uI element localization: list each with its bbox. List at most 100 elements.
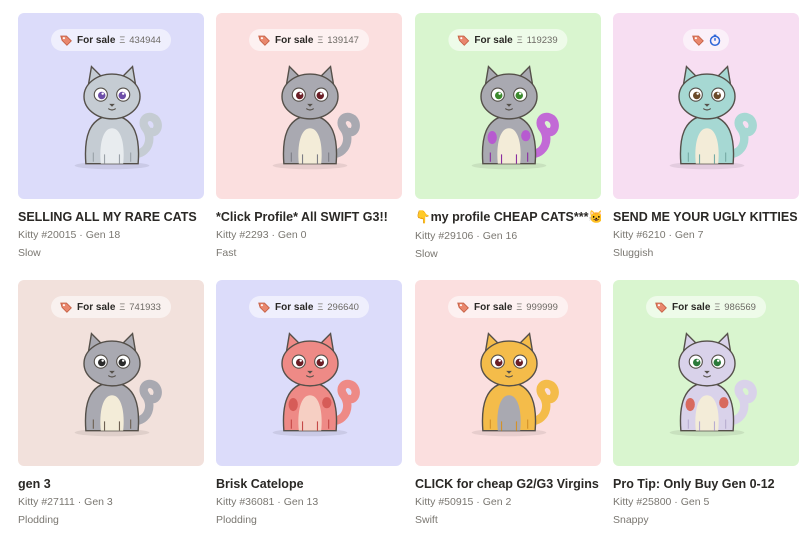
price-value: 119239: [526, 34, 558, 46]
kitty-id: Kitty #50915: [415, 496, 474, 508]
kitty-name[interactable]: gen 3: [18, 477, 204, 491]
price-value: 741933: [129, 301, 161, 313]
kitty-id-gen: Kitty #36081 · Gen 13: [216, 496, 319, 508]
kitty-gen: Gen 2: [482, 496, 512, 508]
kitty-gen: Gen 7: [674, 229, 704, 241]
kitty-card[interactable]: SEND ME YOUR UGLY KITTIES Kitty #6210 · …: [613, 13, 799, 259]
eth-symbol: Ξ: [119, 35, 126, 45]
eth-symbol: Ξ: [119, 302, 126, 312]
kitty-gen: Gen 3: [84, 496, 113, 508]
price-tag-icon: [258, 35, 270, 46]
kitty-card[interactable]: For sale Ξ 296640 Brisk Catelope Kitty #…: [216, 280, 402, 526]
for-sale-label: For sale: [474, 301, 513, 313]
for-sale-label: For sale: [474, 34, 513, 46]
kitty-speed: Plodding: [18, 514, 59, 526]
clock-icon: [709, 34, 721, 46]
price-tag-icon: [692, 35, 704, 46]
price-tag-icon: [258, 302, 270, 313]
cat-illustration: [471, 65, 559, 170]
kitty-id: Kitty #29106: [415, 230, 474, 242]
for-sale-label: For sale: [77, 34, 116, 46]
kitty-card[interactable]: For sale Ξ 741933 gen 3 Kitty #27111 · G…: [18, 280, 204, 526]
kitty-id: Kitty #36081: [216, 496, 275, 508]
price-value: 139147: [327, 34, 359, 46]
price-tag-icon: [60, 302, 72, 313]
kitty-id-gen: Kitty #2293 · Gen 0: [216, 229, 307, 241]
for-sale-badge: For sale Ξ 986569: [646, 296, 766, 318]
kitty-name[interactable]: CLICK for cheap G2/G3 Virgins: [415, 477, 601, 491]
price-tag-icon: [60, 35, 72, 46]
price-value: 999999: [526, 301, 558, 313]
for-sale-label: For sale: [275, 34, 314, 46]
kitty-image[interactable]: For sale Ξ 139147: [216, 13, 402, 199]
kitty-name[interactable]: 👇my profile CHEAP CATS***😺😺: [415, 210, 601, 225]
kitty-id: Kitty #25800: [613, 496, 672, 508]
kitty-name[interactable]: Brisk Catelope: [216, 477, 402, 491]
price-tag-icon: [457, 35, 470, 46]
for-sale-label: For sale: [275, 301, 314, 313]
eth-symbol: Ξ: [516, 35, 523, 45]
eth-symbol: Ξ: [714, 302, 721, 312]
price-value: 986569: [724, 301, 756, 313]
cat-illustration: [669, 332, 757, 437]
kitty-gen: Gen 18: [85, 229, 121, 241]
kitty-id: Kitty #2293: [216, 229, 269, 241]
kitty-card[interactable]: For sale Ξ 999999 CLICK for cheap G2/G3 …: [415, 280, 601, 526]
kitty-name[interactable]: Pro Tip: Only Buy Gen 0-12: [613, 477, 799, 491]
kitty-speed: Sluggish: [613, 247, 654, 259]
for-sale-badge: For sale Ξ 741933: [51, 296, 171, 318]
kitty-id-gen: Kitty #50915 · Gen 2: [415, 496, 512, 508]
status-badge: [683, 29, 729, 51]
eth-symbol: Ξ: [516, 302, 523, 312]
price-value: 296640: [327, 301, 359, 313]
kitty-image[interactable]: For sale Ξ 119239: [415, 13, 601, 199]
kitty-grid: For sale Ξ 434944 SELLING ALL MY RARE CA…: [0, 0, 810, 535]
cat-illustration: [272, 332, 360, 437]
kitty-id-gen: Kitty #27111 · Gen 3: [18, 496, 113, 508]
price-value: 434944: [129, 34, 161, 46]
kitty-speed: Swift: [415, 514, 438, 526]
cat-illustration: [74, 65, 162, 170]
kitty-gen: Gen 0: [277, 229, 307, 241]
kitty-id-gen: Kitty #20015 · Gen 18: [18, 229, 121, 241]
kitty-speed: Slow: [18, 247, 41, 259]
kitty-speed: Slow: [415, 248, 438, 260]
kitty-image[interactable]: [613, 13, 799, 199]
kitty-speed: Plodding: [216, 514, 257, 526]
kitty-speed: Snappy: [613, 514, 649, 526]
kitty-image[interactable]: For sale Ξ 999999: [415, 280, 601, 466]
kitty-gen: Gen 5: [680, 496, 710, 508]
for-sale-label: For sale: [77, 301, 116, 313]
kitty-speed: Fast: [216, 247, 237, 259]
for-sale-badge: For sale Ξ 999999: [448, 296, 568, 318]
kitty-card[interactable]: For sale Ξ 139147 *Click Profile* All SW…: [216, 13, 402, 259]
kitty-image[interactable]: For sale Ξ 741933: [18, 280, 204, 466]
for-sale-label: For sale: [672, 301, 711, 313]
eth-symbol: Ξ: [317, 35, 324, 45]
kitty-id: Kitty #20015: [18, 229, 77, 241]
kitty-gen: Gen 16: [482, 230, 518, 242]
kitty-id-gen: Kitty #6210 · Gen 7: [613, 229, 704, 241]
for-sale-badge: For sale Ξ 296640: [249, 296, 369, 318]
cat-illustration: [669, 65, 757, 170]
kitty-id-gen: Kitty #25800 · Gen 5: [613, 496, 710, 508]
for-sale-badge: For sale Ξ 139147: [249, 29, 369, 51]
kitty-image[interactable]: For sale Ξ 296640: [216, 280, 402, 466]
kitty-id-gen: Kitty #29106 · Gen 16: [415, 230, 518, 242]
kitty-card[interactable]: For sale Ξ 119239 👇my profile CHEAP CATS…: [415, 13, 601, 260]
cat-illustration: [74, 332, 162, 437]
price-tag-icon: [457, 302, 469, 313]
cat-illustration: [471, 332, 559, 437]
kitty-image[interactable]: For sale Ξ 434944: [18, 13, 204, 199]
kitty-card[interactable]: For sale Ξ 434944 SELLING ALL MY RARE CA…: [18, 13, 204, 259]
kitty-card[interactable]: For sale Ξ 986569 Pro Tip: Only Buy Gen …: [613, 280, 799, 526]
kitty-name[interactable]: *Click Profile* All SWIFT G3!!: [216, 210, 402, 224]
kitty-image[interactable]: For sale Ξ 986569: [613, 280, 799, 466]
for-sale-badge: For sale Ξ 434944: [51, 29, 171, 51]
kitty-id: Kitty #27111: [18, 496, 75, 508]
kitty-name[interactable]: SEND ME YOUR UGLY KITTIES: [613, 210, 799, 224]
kitty-gen: Gen 13: [283, 496, 319, 508]
kitty-id: Kitty #6210: [613, 229, 666, 241]
kitty-name[interactable]: SELLING ALL MY RARE CATS: [18, 210, 204, 224]
eth-symbol: Ξ: [317, 302, 324, 312]
